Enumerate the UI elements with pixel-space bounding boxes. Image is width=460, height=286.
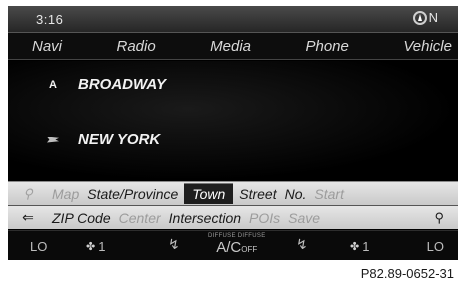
list-item[interactable]: NEW YORK <box>38 131 160 148</box>
number-button[interactable]: No. <box>281 186 311 202</box>
compass-icon <box>412 10 427 25</box>
left-fan-level: 1 <box>98 239 106 254</box>
compass: N <box>412 10 438 25</box>
town-value: NEW YORK <box>78 131 161 148</box>
left-airflow-icon[interactable]: ↯ <box>168 236 180 253</box>
pin-icon: ⚲ <box>23 185 33 201</box>
start-button[interactable]: Start <box>310 186 348 202</box>
ac-control[interactable]: DIFFUSE DIFFUSE A/COFF <box>208 233 266 256</box>
state-province-button[interactable]: State/Province <box>83 186 182 202</box>
left-temperature[interactable]: LO <box>30 239 47 254</box>
flag-icon <box>38 136 68 143</box>
fan-icon: ✤ <box>86 241 96 253</box>
search-icon[interactable]: ⚲ <box>434 210 458 226</box>
save-button[interactable]: Save <box>284 210 324 226</box>
menu-item-navi[interactable]: Navi <box>32 38 62 55</box>
climate-bar: LO ✤ 1 ↯ DIFFUSE DIFFUSE A/COFF ↯ ✤ 1 LO <box>8 230 458 260</box>
main-menu: Navi Radio Media Phone Vehicle <box>8 32 458 60</box>
center-button[interactable]: Center <box>115 210 165 226</box>
pois-button[interactable]: POIs <box>245 210 284 226</box>
figure-caption: P82.89-0652-31 <box>360 266 454 281</box>
fan-icon: ✤ <box>350 241 360 253</box>
head-unit-screen: 3:16 N Navi Radio Media Phone Vehicle A … <box>8 6 458 260</box>
address-entry-list: A BROADWAY NEW YORK <box>8 61 458 181</box>
status-bar: 3:16 N <box>8 6 458 32</box>
a-marker-icon: A <box>49 78 57 91</box>
right-airflow-icon[interactable]: ↯ <box>296 236 308 253</box>
right-fan-control[interactable]: ✤ 1 <box>350 239 369 254</box>
clock: 3:16 <box>36 12 64 27</box>
right-fan-level: 1 <box>362 239 370 254</box>
ac-state: OFF <box>241 245 258 254</box>
right-temperature[interactable]: LO <box>427 239 444 254</box>
map-button[interactable]: Map <box>48 186 83 202</box>
menu-item-vehicle[interactable]: Vehicle <box>403 38 452 55</box>
intersection-button[interactable]: Intersection <box>165 210 245 226</box>
street-button[interactable]: Street <box>235 186 280 202</box>
zip-code-button[interactable]: ZIP Code <box>48 210 115 226</box>
menu-item-phone[interactable]: Phone <box>305 38 348 55</box>
town-button[interactable]: Town <box>184 183 234 204</box>
compass-heading: N <box>428 10 438 25</box>
address-option-bar: ⇐ ZIP Code Center Intersection POIs Save… <box>8 205 458 229</box>
menu-item-media[interactable]: Media <box>210 38 251 55</box>
street-value: BROADWAY <box>78 76 167 93</box>
left-fan-control[interactable]: ✤ 1 <box>86 239 105 254</box>
list-item[interactable]: A BROADWAY <box>38 76 166 93</box>
menu-item-radio[interactable]: Radio <box>116 38 155 55</box>
back-arrow-icon[interactable]: ⇐ <box>8 209 48 226</box>
ac-label: A/C <box>216 239 242 256</box>
address-field-bar: ⚲ Map State/Province Town Street No. Sta… <box>8 181 458 205</box>
